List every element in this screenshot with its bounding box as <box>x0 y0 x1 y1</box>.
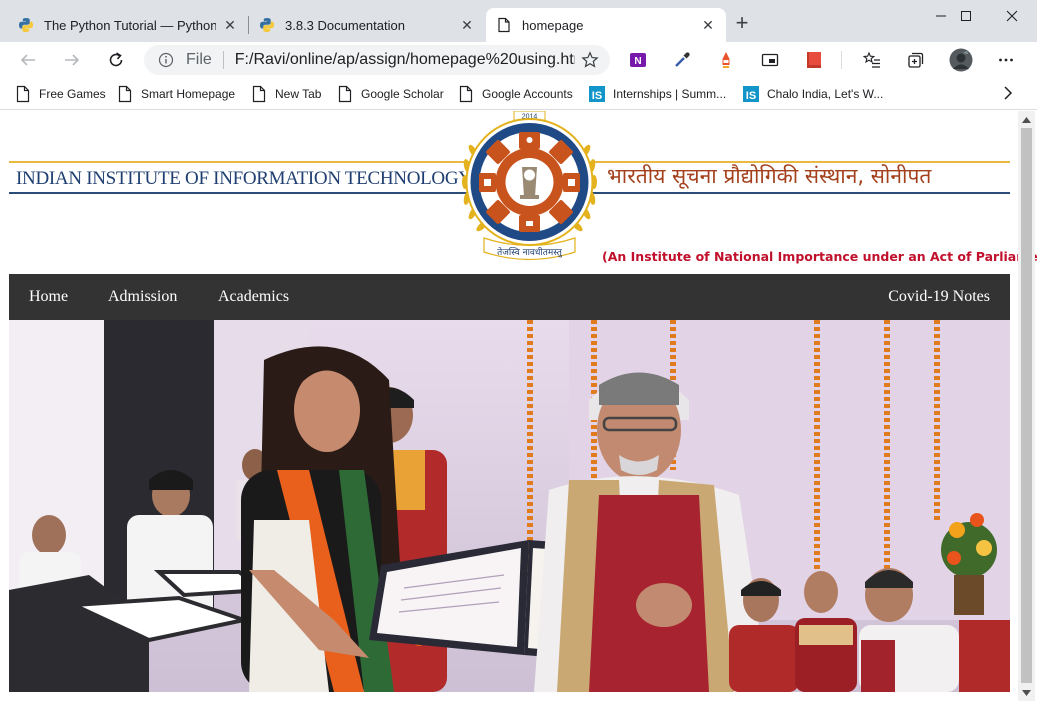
picture-in-picture-extension[interactable] <box>760 50 780 70</box>
nav-home[interactable]: Home <box>29 274 68 320</box>
svg-text:N: N <box>634 56 641 67</box>
logo-motto: तेजस्वि नावधीतमस्तु <box>497 246 563 258</box>
omnibox-divider <box>222 51 224 69</box>
bookmark-label: Smart Homepage <box>141 87 236 101</box>
window-close-button[interactable] <box>989 0 1035 32</box>
scroll-down-button[interactable] <box>1018 684 1035 701</box>
bookmark-label: Google Scholar <box>361 87 444 101</box>
bookmark-label: Chalo India, Let's W... <box>767 87 884 101</box>
settings-menu-button[interactable] <box>996 50 1016 70</box>
tab-homepage[interactable]: homepage ✕ <box>486 8 726 42</box>
internshala-icon: IS <box>589 86 605 102</box>
more-horizontal-icon <box>999 58 1013 62</box>
onenote-extension[interactable]: N <box>628 50 648 70</box>
profile-button[interactable] <box>948 47 974 73</box>
maximize-button[interactable] <box>943 0 989 32</box>
address-bar[interactable]: File F:/Ravi/online/ap/assign/homepage%2… <box>144 45 610 75</box>
svg-text:IS: IS <box>592 90 602 102</box>
tab-title: homepage <box>522 17 584 33</box>
collections-button[interactable] <box>906 50 926 70</box>
arrow-left-icon <box>20 54 35 66</box>
bookmark-label: Google Accounts <box>482 87 573 101</box>
avatar <box>949 48 973 72</box>
tab-strip: The Python Tutorial — Python 3.8.3 docum… <box>0 0 1037 42</box>
bookmark-new-tab[interactable]: New Tab <box>251 84 321 104</box>
scrollbar-thumb[interactable] <box>1021 128 1032 683</box>
internshala-icon: IS <box>743 86 759 102</box>
toolbar: File F:/Ravi/online/ap/assign/homepage%2… <box>0 42 1037 78</box>
close-icon[interactable]: ✕ <box>459 17 475 33</box>
page-scrollbar[interactable] <box>1018 111 1035 701</box>
page-icon <box>118 85 132 103</box>
hero-photo <box>9 320 1010 692</box>
collections-icon <box>908 52 924 68</box>
tab-title: The Python Tutorial — Python 3.8.3 docum… <box>44 17 216 33</box>
institute-logo: 2014 तेजस्वि नावधीतमस्तु <box>462 111 597 261</box>
reader-extension[interactable] <box>804 50 824 70</box>
reload-button[interactable] <box>104 48 128 72</box>
scroll-up-button[interactable] <box>1018 111 1035 128</box>
tab-python-tutorial[interactable]: The Python Tutorial — Python 3.8.3 docum… <box>8 8 248 42</box>
new-tab-button[interactable]: + <box>732 12 752 34</box>
eyedropper-extension[interactable] <box>672 50 692 70</box>
institute-tagline: (An Institute of National Importance und… <box>602 249 1037 264</box>
nav-academics[interactable]: Academics <box>218 274 289 320</box>
back-button[interactable] <box>16 48 40 72</box>
onenote-icon: N <box>630 53 646 67</box>
svg-text:IS: IS <box>746 90 756 102</box>
maximize-icon <box>961 11 971 21</box>
bookmark-label: New Tab <box>275 87 322 101</box>
bookmark-free-games[interactable]: Free Games <box>15 84 106 104</box>
bookmark-label: Internships | Summ... <box>613 87 727 101</box>
main-navbar: Home Admission Academics Covid-19 Notes <box>9 274 1010 320</box>
rocket-icon <box>722 52 730 68</box>
python-icon <box>19 18 33 32</box>
url-text[interactable]: F:/Ravi/online/ap/assign/homepage%20usin… <box>235 51 575 69</box>
page-viewport: INDIAN INSTITUTE OF INFORMATION TECHNOLO… <box>0 111 1037 701</box>
convocation-photo <box>9 320 1010 692</box>
close-icon <box>1006 10 1018 22</box>
url-scheme: File <box>186 51 212 68</box>
toolbar-divider <box>841 51 842 69</box>
institute-name-hindi: भारतीय सूचना प्रौद्योगिकी संस्थान, सोनीप… <box>607 164 932 188</box>
rocket-extension[interactable] <box>716 50 736 70</box>
arrow-right-icon <box>65 54 80 66</box>
close-icon[interactable]: ✕ <box>222 17 238 33</box>
chevron-right-icon[interactable] <box>998 83 1018 103</box>
close-icon[interactable]: ✕ <box>700 17 716 33</box>
favorites-list-icon <box>863 51 880 68</box>
tab-documentation[interactable]: 3.8.3 Documentation ✕ <box>249 8 485 42</box>
forward-button[interactable] <box>60 48 84 72</box>
page-icon <box>459 85 473 103</box>
reload-icon <box>109 52 123 67</box>
favorite-star-button[interactable] <box>580 50 600 70</box>
bookmark-internships[interactable]: IS Internships | Summ... <box>589 84 726 104</box>
caret-up-icon <box>1022 116 1031 123</box>
bookmark-chalo-india[interactable]: IS Chalo India, Let's W... <box>743 84 883 104</box>
nav-covid-notes[interactable]: Covid-19 Notes <box>888 274 990 320</box>
book-icon <box>807 52 821 68</box>
bookmark-google-accounts[interactable]: Google Accounts <box>458 84 573 104</box>
page-icon <box>338 85 352 103</box>
bookmarks-bar: Free Games Smart Homepage New Tab Google… <box>0 78 1037 110</box>
bookmark-smart-homepage[interactable]: Smart Homepage <box>117 84 235 104</box>
nav-admission[interactable]: Admission <box>108 274 177 320</box>
info-icon <box>158 52 174 68</box>
institute-banner: INDIAN INSTITUTE OF INFORMATION TECHNOLO… <box>9 111 1037 274</box>
bookmark-label: Free Games <box>39 87 106 101</box>
favorites-button[interactable] <box>862 50 882 70</box>
picture-in-picture-icon <box>761 53 779 67</box>
star-icon <box>581 51 599 68</box>
python-icon <box>260 18 274 32</box>
eyedropper-icon <box>675 52 690 67</box>
bookmark-google-scholar[interactable]: Google Scholar <box>337 84 444 104</box>
page-icon <box>252 85 266 103</box>
page-icon <box>498 17 510 33</box>
caret-down-icon <box>1022 689 1031 696</box>
page-icon <box>16 85 30 103</box>
tab-title: 3.8.3 Documentation <box>285 17 405 33</box>
